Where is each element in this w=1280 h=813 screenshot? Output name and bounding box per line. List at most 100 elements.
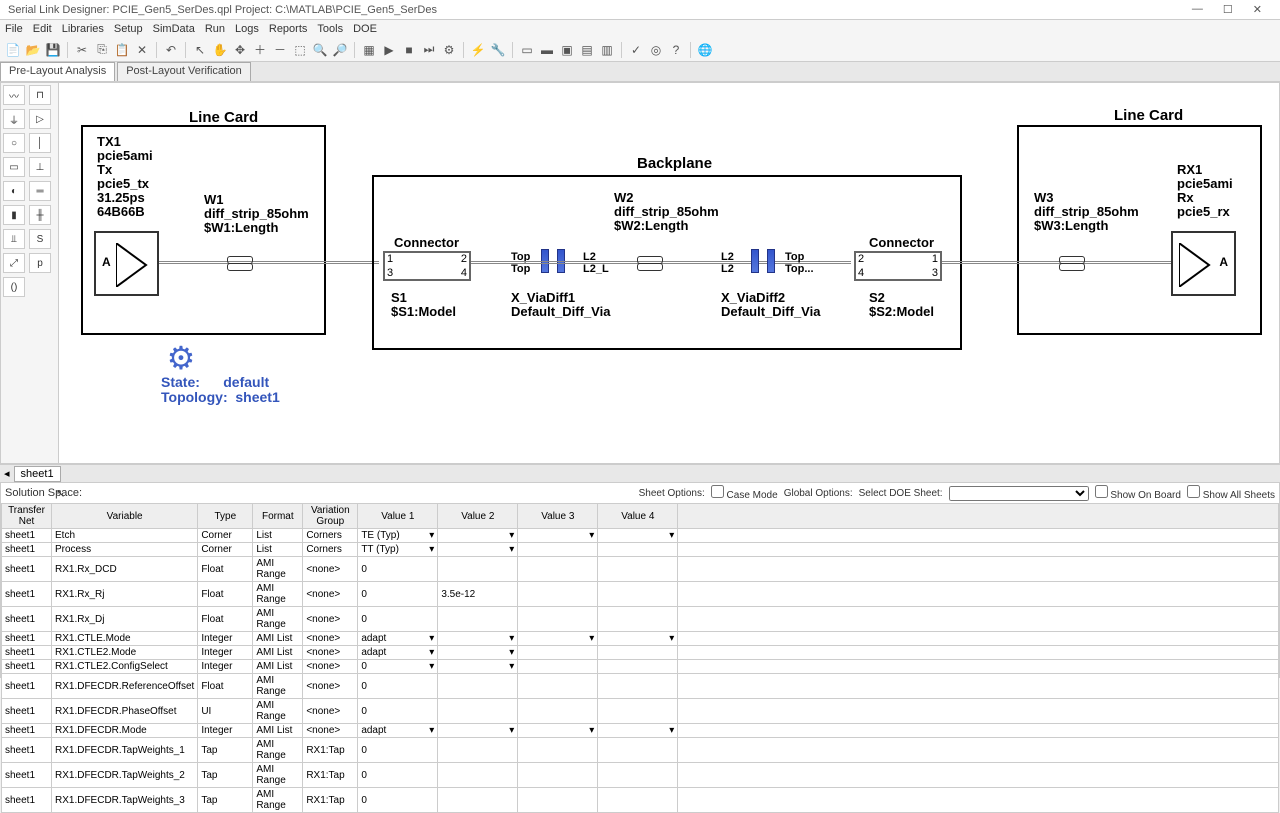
- w3-resistor[interactable]: [1059, 255, 1109, 269]
- via2-stack-a[interactable]: [751, 249, 759, 273]
- menu-reports[interactable]: Reports: [269, 23, 308, 35]
- table-row[interactable]: sheet1RX1.DFECDR.ReferenceOffsetFloatAMI…: [2, 674, 1279, 699]
- param-icon[interactable]: p: [29, 253, 51, 273]
- show-all-sheets-checkbox[interactable]: Show All Sheets: [1187, 485, 1275, 501]
- via2-stack-b[interactable]: [767, 249, 775, 273]
- col-val4[interactable]: Value 4: [598, 504, 678, 529]
- step-icon[interactable]: ⏭: [420, 41, 438, 59]
- w1-resistor[interactable]: [227, 255, 277, 269]
- cap-icon[interactable]: ⊥: [29, 157, 51, 177]
- save-icon[interactable]: 💾: [44, 41, 62, 59]
- tab-post-layout[interactable]: Post-Layout Verification: [117, 62, 251, 81]
- open-icon[interactable]: 📂: [24, 41, 42, 59]
- gear-icon[interactable]: ⚙: [161, 338, 201, 378]
- show-on-board-checkbox[interactable]: Show On Board: [1095, 485, 1181, 501]
- doe-sheet-select[interactable]: [949, 486, 1089, 501]
- table-row[interactable]: sheet1RX1.DFECDR.TapWeights_3TapAMI Rang…: [2, 788, 1279, 813]
- line-icon[interactable]: │: [29, 133, 51, 153]
- waveform-icon[interactable]: 〰: [3, 85, 25, 105]
- table-row[interactable]: sheet1RX1.DFECDR.TapWeights_2TapAMI Rang…: [2, 763, 1279, 788]
- s2-connector[interactable]: 21 43: [854, 251, 942, 281]
- window-icon[interactable]: ▭: [518, 41, 536, 59]
- tx-amp-box[interactable]: A: [94, 231, 159, 296]
- pointer-icon[interactable]: ↖: [191, 41, 209, 59]
- menu-doe[interactable]: DOE: [353, 23, 377, 35]
- zoom-area-icon[interactable]: 🔎: [331, 41, 349, 59]
- window5-icon[interactable]: ▥: [598, 41, 616, 59]
- bracket-icon[interactable]: (): [3, 277, 25, 297]
- expand-icon[interactable]: ⤢: [3, 253, 25, 273]
- globe-icon[interactable]: 🌐: [696, 41, 714, 59]
- move-icon[interactable]: ✥: [231, 41, 249, 59]
- zoom-icon[interactable]: 🔍: [311, 41, 329, 59]
- close-icon[interactable]: ✕: [1253, 3, 1262, 16]
- probe-icon[interactable]: ○: [3, 133, 25, 153]
- col-val1[interactable]: Value 1: [358, 504, 438, 529]
- menu-logs[interactable]: Logs: [235, 23, 259, 35]
- table-row[interactable]: sheet1RX1.Rx_RjFloatAMI Range<none>03.5e…: [2, 582, 1279, 607]
- col-net[interactable]: Transfer Net: [2, 504, 52, 529]
- window4-icon[interactable]: ▤: [578, 41, 596, 59]
- col-variable[interactable]: Variable: [52, 504, 198, 529]
- copy-icon[interactable]: ⎘: [93, 41, 111, 59]
- help-icon[interactable]: ?: [667, 41, 685, 59]
- stop-icon[interactable]: ■: [400, 41, 418, 59]
- coupled-icon[interactable]: ╫: [29, 205, 51, 225]
- rx-amp-box[interactable]: A: [1171, 231, 1236, 296]
- config-icon[interactable]: ⚙: [440, 41, 458, 59]
- minimize-icon[interactable]: —: [1192, 3, 1203, 16]
- tab-pre-layout[interactable]: Pre-Layout Analysis: [0, 62, 115, 81]
- via-icon[interactable]: ▮: [3, 205, 25, 225]
- res-icon[interactable]: ▭: [3, 157, 25, 177]
- window3-icon[interactable]: ▣: [558, 41, 576, 59]
- layout-icon[interactable]: ▦: [360, 41, 378, 59]
- schematic-canvas[interactable]: Line Card TX1 pcie5ami Tx pcie5_tx 31.25…: [59, 83, 1279, 463]
- undo-icon[interactable]: ↶: [162, 41, 180, 59]
- cut-icon[interactable]: ✂: [73, 41, 91, 59]
- table-row[interactable]: sheet1ProcessCornerListCornersTT (Typ) ▾…: [2, 543, 1279, 557]
- menu-run[interactable]: Run: [205, 23, 225, 35]
- tool-a-icon[interactable]: ⚡: [469, 41, 487, 59]
- diff-icon[interactable]: ═: [29, 181, 51, 201]
- zoom-out-icon[interactable]: －: [271, 41, 289, 59]
- col-val3[interactable]: Value 3: [518, 504, 598, 529]
- sparam-icon[interactable]: S: [29, 229, 51, 249]
- menu-file[interactable]: File: [5, 23, 23, 35]
- check-icon[interactable]: ✓: [627, 41, 645, 59]
- table-row[interactable]: sheet1RX1.DFECDR.PhaseOffsetUIAMI Range<…: [2, 699, 1279, 724]
- col-group[interactable]: Variation Group: [303, 504, 358, 529]
- table-row[interactable]: sheet1RX1.Rx_DCDFloatAMI Range<none>0: [2, 557, 1279, 582]
- zoom-fit-icon[interactable]: ⬚: [291, 41, 309, 59]
- sheet-tab[interactable]: sheet1: [14, 466, 61, 482]
- new-icon[interactable]: 📄: [4, 41, 22, 59]
- col-val2[interactable]: Value 2: [438, 504, 518, 529]
- run-icon[interactable]: ▶: [380, 41, 398, 59]
- window2-icon[interactable]: ▬: [538, 41, 556, 59]
- amp-icon[interactable]: ▷: [29, 109, 51, 129]
- paste-icon[interactable]: 📋: [113, 41, 131, 59]
- w2-resistor[interactable]: [637, 255, 687, 269]
- col-format[interactable]: Format: [253, 504, 303, 529]
- menu-tools[interactable]: Tools: [317, 23, 343, 35]
- table-row[interactable]: sheet1RX1.CTLE2.ModeIntegerAMI List<none…: [2, 646, 1279, 660]
- s1-connector[interactable]: 12 34: [383, 251, 471, 281]
- maximize-icon[interactable]: ☐: [1223, 3, 1233, 16]
- table-row[interactable]: sheet1EtchCornerListCornersTE (Typ) ▾ ▾ …: [2, 529, 1279, 543]
- target-icon[interactable]: ◎: [647, 41, 665, 59]
- hand-icon[interactable]: ✋: [211, 41, 229, 59]
- menu-edit[interactable]: Edit: [33, 23, 52, 35]
- col-type[interactable]: Type: [198, 504, 253, 529]
- gnd-icon[interactable]: ⏚: [3, 109, 25, 129]
- txline-icon[interactable]: ⫫: [3, 229, 25, 249]
- pulse-icon[interactable]: ⊓: [29, 85, 51, 105]
- case-mode-checkbox[interactable]: Case Mode: [711, 485, 778, 501]
- table-row[interactable]: sheet1RX1.DFECDR.TapWeights_1TapAMI Rang…: [2, 738, 1279, 763]
- menu-simdata[interactable]: SimData: [153, 23, 195, 35]
- zoom-in-icon[interactable]: ＋: [251, 41, 269, 59]
- table-row[interactable]: sheet1RX1.DFECDR.ModeIntegerAMI List<non…: [2, 724, 1279, 738]
- table-row[interactable]: sheet1RX1.Rx_DjFloatAMI Range<none>0: [2, 607, 1279, 632]
- table-row[interactable]: sheet1RX1.CTLE2.ConfigSelectIntegerAMI L…: [2, 660, 1279, 674]
- table-row[interactable]: sheet1RX1.CTLE.ModeIntegerAMI List<none>…: [2, 632, 1279, 646]
- delete-icon[interactable]: ✕: [133, 41, 151, 59]
- menu-libraries[interactable]: Libraries: [62, 23, 104, 35]
